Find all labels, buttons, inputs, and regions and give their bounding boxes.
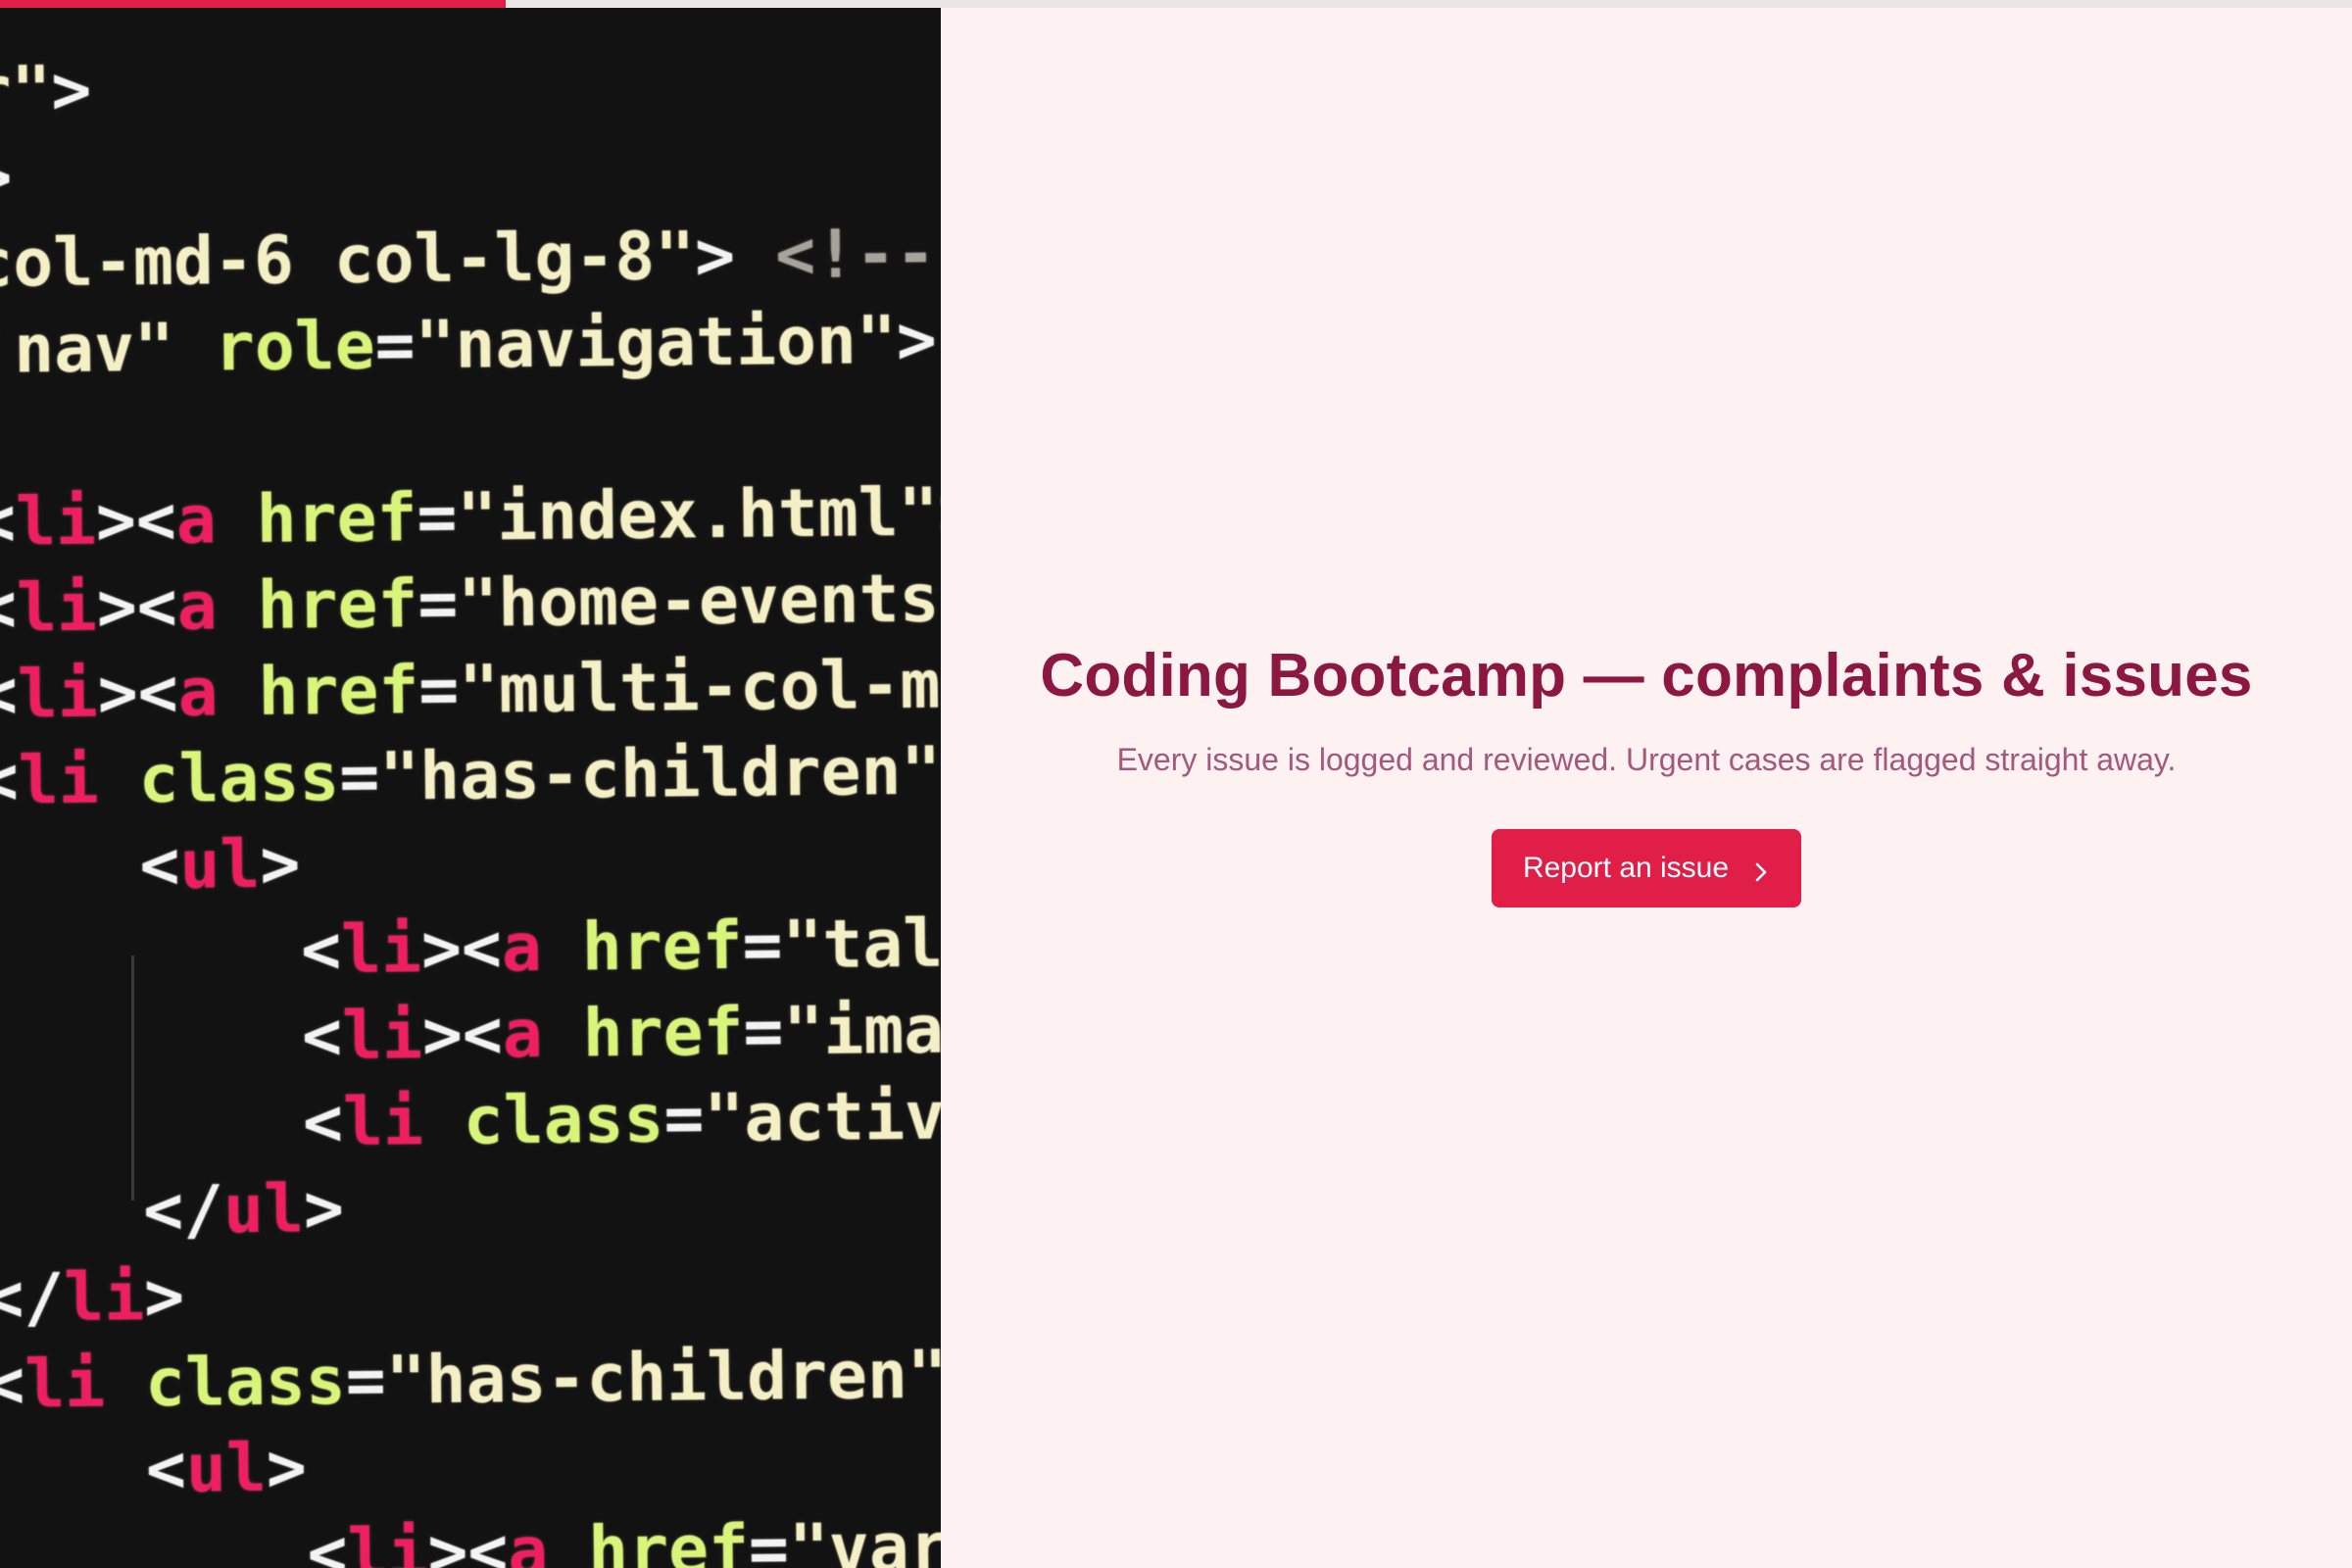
page-subtitle: Every issue is logged and reviewed. Urge… [1116, 742, 2177, 777]
page: r"> > col-md-6 col-lg-8"> <!-- 'nav" role=… [0, 0, 2352, 1568]
chevron-right-icon [1750, 858, 1772, 882]
code-line: r"> [0, 51, 92, 130]
code-line: <li><a href="varial [0, 1507, 941, 1568]
code-line: <li><a href="index.html"> [0, 473, 941, 562]
hero-code-image: r"> > col-md-6 col-lg-8"> <!-- 'nav" role=… [0, 0, 941, 1568]
code-line: 'nav" role="navigation"> [0, 301, 938, 389]
code-line: <ul> [0, 1429, 308, 1510]
code-line: <li class="has-children"> [0, 1336, 941, 1424]
code-line: <li class="has-children"> [0, 732, 941, 820]
code-line: > [0, 138, 13, 217]
indent-guide-line [131, 956, 134, 1200]
code-line: </li> [0, 1257, 185, 1338]
progress-bar-fill [0, 0, 506, 8]
progress-bar [0, 0, 2352, 8]
report-issue-button[interactable]: Report an issue [1491, 829, 1802, 907]
page-title: Coding Bootcamp — complaints & issues [1040, 642, 2253, 710]
report-issue-button-label: Report an issue [1522, 852, 1730, 884]
code-line: <li><a href="home-events.h [0, 559, 941, 648]
main-content: Coding Bootcamp — complaints & issues Ev… [941, 0, 2352, 1568]
code-line: <li><a href="image [0, 990, 941, 1079]
code-line: </ul> [0, 1170, 345, 1251]
code-snippet-image: r"> > col-md-6 col-lg-8"> <!-- 'nav" role=… [0, 37, 941, 1568]
code-line: <ul> [139, 825, 301, 906]
code-line: <li><a href="tall- [0, 904, 941, 993]
code-line: <li><a href="multi-col-men [0, 645, 941, 734]
code-line: <li class="active" [0, 1076, 941, 1165]
code-line: col-md-6 col-lg-8"> <!-- [0, 215, 937, 303]
